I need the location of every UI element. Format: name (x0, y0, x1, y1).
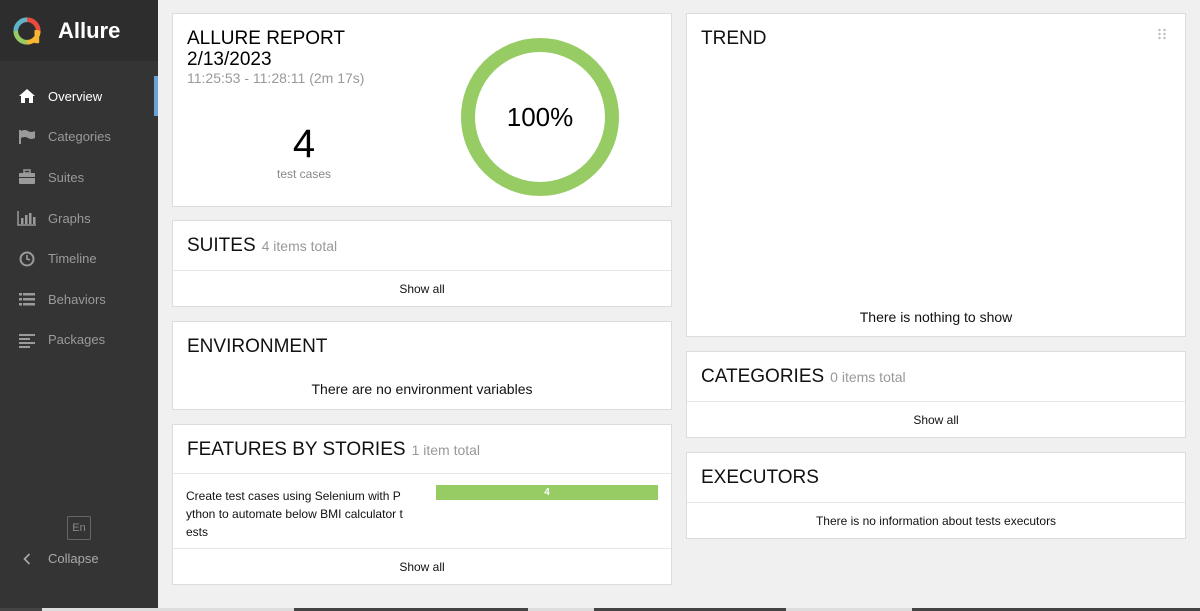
story-passed-bar[interactable]: 4 (436, 485, 658, 500)
sidebar-item-label: Packages (48, 332, 106, 348)
suites-header: SUITES 4 items total (187, 235, 337, 257)
trend-title: TREND (701, 28, 767, 49)
sidebar-item-packages[interactable]: Packages (0, 320, 158, 361)
environment-empty-message: There are no environment variables (311, 381, 533, 397)
bar-chart-icon (17, 208, 37, 228)
sidebar: Allure Overview Categories Suites Graphs (0, 0, 158, 611)
flag-icon (17, 127, 37, 147)
environment-title: ENVIRONMENT (187, 336, 328, 357)
sidebar-item-label: Suites (48, 169, 85, 185)
executors-header: EXECUTORS (701, 467, 819, 489)
test-case-count-label: test cases (276, 167, 332, 181)
suites-title: SUITES (187, 235, 256, 256)
home-icon (17, 86, 37, 106)
drag-handle-icon[interactable] (1157, 28, 1167, 40)
sidebar-item-behaviors[interactable]: Behaviors (0, 279, 158, 320)
environment-widget: ENVIRONMENT There are no environment var… (172, 321, 672, 410)
sidebar-item-graphs[interactable]: Graphs (0, 198, 158, 239)
report-time-range: 11:25:53 - 11:28:11 (2m 17s) (187, 70, 365, 86)
features-count: 1 item total (411, 442, 481, 458)
language-button[interactable]: En (67, 516, 91, 540)
chevron-left-icon (17, 552, 37, 565)
briefcase-icon (17, 167, 37, 187)
brand[interactable]: Allure (0, 0, 158, 61)
features-show-all-link[interactable]: Show all (173, 548, 671, 584)
sidebar-item-overview[interactable]: Overview (0, 76, 158, 117)
sidebar-item-suites[interactable]: Suites (0, 157, 158, 198)
divider (173, 473, 671, 474)
sidebar-item-label: Categories (48, 129, 111, 145)
pass-rate-percent: 100% (506, 101, 574, 132)
sidebar-item-label: Timeline (48, 251, 97, 267)
test-case-count: 4 (292, 122, 316, 166)
categories-show-all-link[interactable]: Show all (687, 401, 1185, 437)
align-left-icon (17, 330, 37, 350)
features-header: FEATURES BY STORIES 1 item total (187, 439, 480, 461)
suites-widget: SUITES 4 items total Show all (172, 220, 672, 307)
executors-widget: EXECUTORS There is no information about … (686, 452, 1186, 539)
suites-count: 4 items total (261, 238, 338, 254)
app-name: Allure (58, 17, 121, 43)
categories-title: CATEGORIES (701, 366, 825, 387)
features-title: FEATURES BY STORIES (187, 439, 406, 460)
story-name[interactable]: Create test cases using Selenium with P … (186, 487, 416, 541)
sidebar-item-label: Graphs (48, 210, 91, 226)
executors-empty-message: There is no information about tests exec… (815, 514, 1057, 528)
categories-count: 0 items total (830, 369, 906, 385)
categories-header: CATEGORIES 0 items total (701, 366, 906, 388)
sidebar-nav: Overview Categories Suites Graphs Timeli… (0, 76, 158, 360)
trend-widget: TREND There is nothing to show (686, 13, 1186, 337)
allure-logo-icon (13, 16, 41, 45)
sidebar-item-categories[interactable]: Categories (0, 117, 158, 158)
collapse-label: Collapse (48, 551, 99, 566)
clock-icon (17, 249, 37, 269)
list-icon (17, 289, 37, 309)
suites-show-all-link[interactable]: Show all (173, 270, 671, 306)
divider (687, 502, 1185, 503)
sidebar-item-label: Overview (48, 88, 103, 104)
sidebar-item-timeline[interactable]: Timeline (0, 238, 158, 279)
report-title: ALLURE REPORT (187, 28, 346, 49)
environment-header: ENVIRONMENT (187, 336, 327, 358)
summary-widget: ALLURE REPORT 2/13/2023 11:25:53 - 11:28… (172, 13, 672, 207)
categories-widget: CATEGORIES 0 items total Show all (686, 351, 1186, 438)
trend-header: TREND (701, 28, 766, 50)
trend-empty-message: There is nothing to show (859, 309, 1013, 325)
executors-title: EXECUTORS (701, 467, 819, 488)
sidebar-item-label: Behaviors (48, 291, 106, 307)
collapse-button[interactable]: Collapse (17, 551, 99, 566)
features-widget: FEATURES BY STORIES 1 item total Create … (172, 424, 672, 585)
report-date: 2/13/2023 (187, 49, 272, 70)
